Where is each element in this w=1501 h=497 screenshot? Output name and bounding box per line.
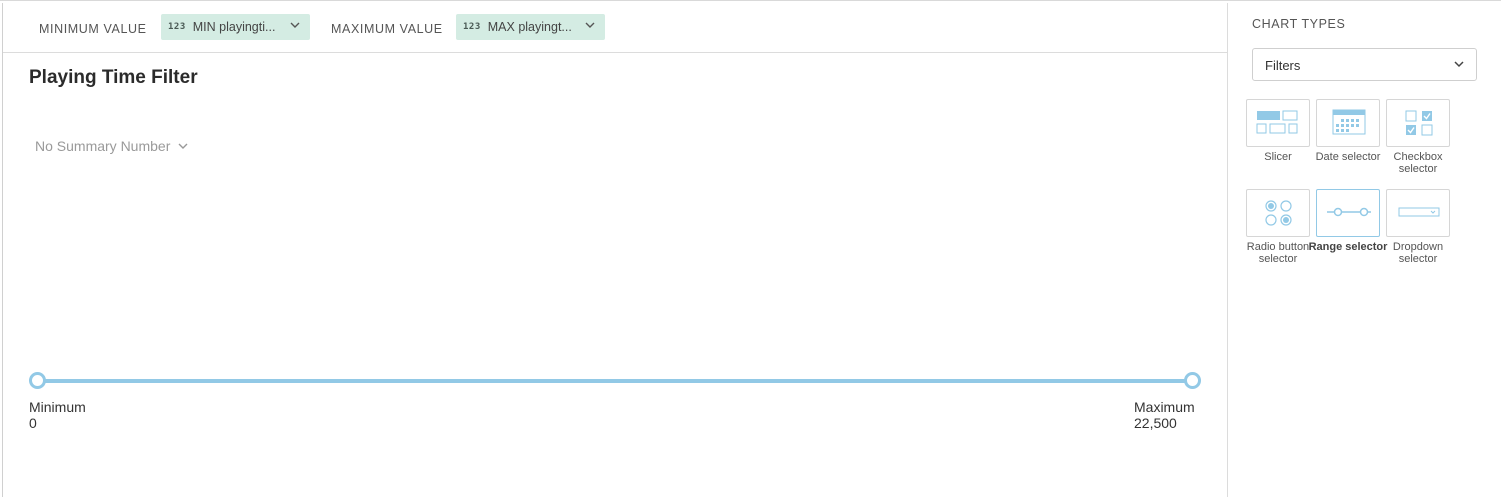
max-field-pill[interactable]: 123 MAX playingt...	[456, 14, 605, 40]
checkbox-selector-icon	[1405, 110, 1433, 136]
chart-types-heading: CHART TYPES	[1252, 17, 1346, 31]
chart-title[interactable]: Playing Time Filter	[29, 67, 198, 89]
summary-number-dropdown[interactable]: No Summary Number	[35, 138, 188, 154]
chevron-down-icon[interactable]	[290, 20, 300, 30]
max-field-name: MAX playingt...	[487, 20, 572, 34]
dropdown-selector-icon	[1398, 207, 1440, 217]
numeric-type-icon: 123	[463, 22, 481, 32]
min-field-name: MIN playingti...	[192, 20, 276, 34]
slicer-icon	[1256, 110, 1298, 134]
chart-type-label: Checkbox selector	[1393, 151, 1443, 175]
minimum-value-label: MINIMUM VALUE	[39, 22, 147, 36]
chevron-down-icon[interactable]	[585, 20, 595, 30]
chevron-down-icon	[178, 143, 188, 149]
chart-type-dropdown-selector[interactable]	[1386, 189, 1450, 237]
range-max-handle[interactable]	[1184, 372, 1201, 389]
range-minimum-value: 0	[29, 415, 37, 431]
maximum-value-label: MAXIMUM VALUE	[331, 22, 443, 36]
chart-type-label: Dropdown selector	[1392, 241, 1444, 265]
range-selector-icon	[1327, 207, 1371, 217]
range-minimum-label: Minimum	[29, 399, 86, 415]
chart-category-select[interactable]: Filters	[1252, 48, 1477, 81]
range-maximum-label: Maximum	[1134, 399, 1195, 415]
chart-type-checkbox-selector[interactable]	[1386, 99, 1450, 147]
page: MINIMUM VALUE 123 MIN playingti... MAXIM…	[0, 0, 1501, 497]
summary-number-label: No Summary Number	[35, 138, 171, 154]
min-field-pill[interactable]: 123 MIN playingti...	[161, 14, 310, 40]
range-min-handle[interactable]	[29, 372, 46, 389]
radio-button-selector-icon	[1265, 200, 1292, 226]
date-selector-icon	[1332, 109, 1366, 135]
range-maximum-value: 22,500	[1134, 415, 1177, 431]
chart-editor: MINIMUM VALUE 123 MIN playingti... MAXIM…	[3, 3, 1228, 497]
chart-type-range-selector[interactable]	[1316, 189, 1380, 237]
chevron-down-icon	[1454, 61, 1464, 68]
chart-type-radio-button-selector[interactable]	[1246, 189, 1310, 237]
numeric-type-icon: 123	[168, 22, 186, 32]
range-track[interactable]	[40, 379, 1194, 383]
chart-types-panel: CHART TYPES Filters Slicer Date selector…	[1229, 3, 1501, 497]
chart-category-value: Filters	[1265, 58, 1301, 73]
chart-type-date-selector[interactable]	[1316, 99, 1380, 147]
field-bar: MINIMUM VALUE 123 MIN playingti... MAXIM…	[3, 3, 1227, 53]
chart-type-slicer[interactable]	[1246, 99, 1310, 147]
